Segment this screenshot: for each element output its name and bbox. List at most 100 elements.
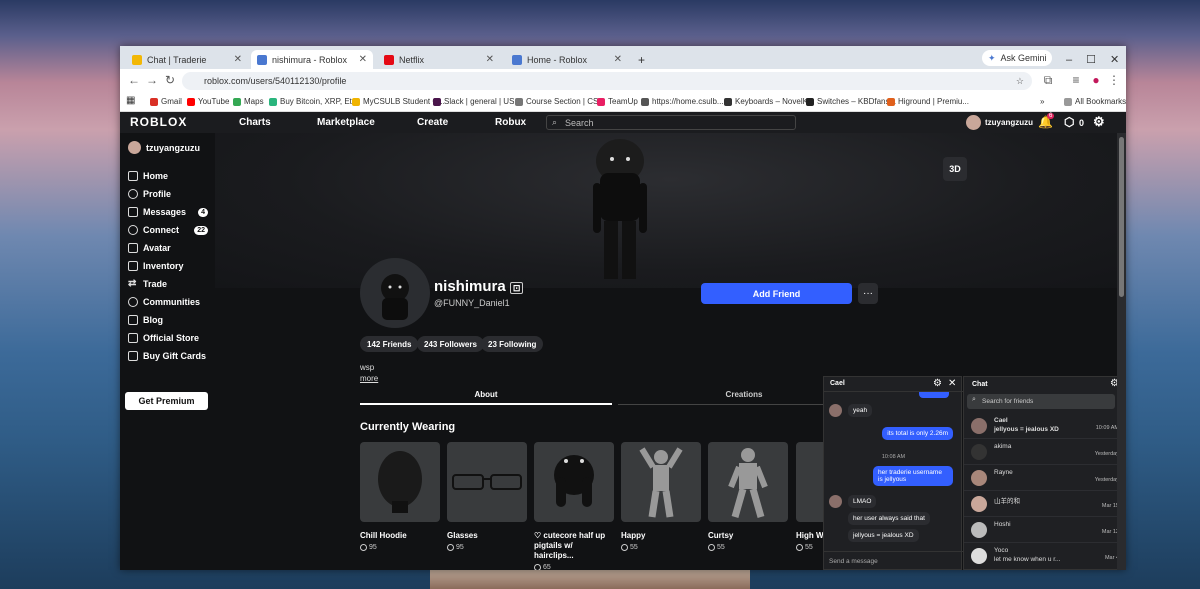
bookmark-bitcoin[interactable]: Buy Bitcoin, XRP, Et... [269, 97, 359, 106]
tab-roblox-home[interactable]: Home - Roblox ✕ [506, 50, 628, 69]
sidebar-item-messages[interactable]: Messages 4 [128, 207, 208, 217]
maximize-icon[interactable]: ☐ [1086, 53, 1096, 66]
bookmark-maps[interactable]: Maps [233, 97, 264, 106]
gear-icon[interactable]: ⚙ [1093, 114, 1105, 130]
add-friend-button[interactable]: Add Friend [701, 283, 852, 304]
wearing-item-glasses[interactable]: Glasses 95 [447, 442, 527, 551]
wearing-item-happy[interactable]: Happy 55 [621, 442, 701, 551]
bookmark-gmail[interactable]: Gmail [150, 97, 182, 106]
bitcoin-icon [269, 97, 277, 106]
chat-message-input[interactable]: Send a message [824, 551, 963, 570]
get-premium-button[interactable]: Get Premium [125, 392, 208, 410]
tab-roblox-profile[interactable]: nishimura - Roblox ✕ [251, 50, 373, 69]
bookmark-youtube[interactable]: YouTube [187, 97, 229, 106]
close-window-icon[interactable]: ✕ [1110, 53, 1119, 66]
3d-toggle-button[interactable]: 3D [943, 157, 967, 181]
extension-icon[interactable]: ⧉ [1038, 73, 1058, 88]
robux-icon[interactable]: ⬡ [1064, 115, 1074, 129]
apps-icon[interactable]: ▦ [126, 95, 135, 106]
wearing-item-cutecore-hair[interactable]: ♡ cutecore half up pigtails w/ hairclips… [534, 442, 614, 570]
sidebar-user[interactable]: tzuyangzuzu [128, 141, 208, 154]
sidebar-item-communities[interactable]: Communities [128, 297, 208, 307]
close-icon[interactable]: ✕ [234, 54, 242, 65]
maps-icon [233, 97, 241, 106]
nav-robux[interactable]: Robux [495, 117, 526, 128]
sidebar-item-trade[interactable]: ⇄ Trade [128, 279, 208, 290]
back-icon[interactable]: ← [124, 73, 144, 87]
gear-icon[interactable]: ⚙ [933, 378, 942, 389]
chat-list-item[interactable]: Rayne Yesterday [964, 465, 1126, 491]
close-icon[interactable]: ✕ [614, 54, 622, 65]
sidebar-item-avatar[interactable]: Avatar [128, 243, 208, 253]
more-options-button[interactable]: ··· [858, 283, 878, 304]
close-icon[interactable]: ✕ [486, 54, 494, 65]
sidebar-item-blog[interactable]: Blog [128, 315, 208, 325]
sidebar-item-profile[interactable]: Profile [128, 189, 208, 199]
url-field[interactable]: roblox.com/users/540112130/profile ☆ [182, 72, 1032, 90]
chat-list-item[interactable]: Yoco let me know when u r... Mar 4 [964, 543, 1126, 569]
bookmark-teamup[interactable]: TeamUp [597, 97, 638, 106]
menu-icon[interactable]: ⋮ [1104, 73, 1124, 87]
chat-list-item[interactable]: akima Yesterday [964, 439, 1126, 465]
search-input[interactable]: ⌕ Search [546, 115, 796, 130]
tab-about[interactable]: About [360, 386, 612, 405]
sidebar-item-connect[interactable]: Connect 22 [128, 225, 208, 235]
gift-card-icon [128, 351, 138, 361]
wearing-item-curtsy[interactable]: Curtsy 55 [708, 442, 788, 551]
avatar-3d-figure [593, 139, 647, 279]
followers-count-pill[interactable]: 243 Followers [417, 336, 484, 352]
bookmark-slack[interactable]: Slack | general | US... [433, 97, 521, 106]
tab-label: Home - Roblox [527, 54, 588, 65]
bookmark-csulb-home[interactable]: https://home.csulb.... [641, 97, 726, 106]
sidebar-item-gift-cards[interactable]: Buy Gift Cards [128, 351, 208, 361]
profile-avatar-icon[interactable]: ● [1086, 73, 1106, 87]
close-icon[interactable]: ✕ [359, 54, 367, 65]
ask-gemini-button[interactable]: ✦ Ask Gemini [982, 50, 1052, 66]
forward-icon[interactable]: → [142, 73, 162, 87]
sidebar-item-label: Profile [143, 189, 172, 199]
friends-count-pill[interactable]: 142 Friends [360, 336, 419, 352]
bookmark-kbdfans[interactable]: Switches – KBDfans... [806, 97, 896, 106]
sidebar-item-home[interactable]: Home [128, 171, 208, 181]
bookmark-higround[interactable]: Higround | Premiu... [887, 97, 969, 106]
media-icon[interactable]: ≡ [1066, 73, 1086, 87]
sidebar-item-label: Messages [143, 207, 187, 217]
scrollbar-thumb[interactable] [1119, 137, 1124, 297]
close-icon[interactable]: ✕ [948, 378, 956, 389]
avatar-hero: 3D [215, 133, 1126, 288]
avatar-headshot [381, 274, 409, 320]
avatar[interactable] [966, 115, 981, 130]
bookmark-course-section[interactable]: Course Section | CS... [515, 97, 605, 106]
keyboard-icon [724, 97, 732, 106]
sidebar-item-inventory[interactable]: Inventory [128, 261, 208, 271]
chat-list-item[interactable]: 山羊的和 Mar 15 [964, 491, 1126, 517]
bio-more-link[interactable]: more [360, 374, 378, 383]
nav-charts[interactable]: Charts [239, 117, 271, 128]
wearing-item-chill-hoodie[interactable]: Chill Hoodie 95 [360, 442, 440, 551]
netflix-icon [384, 54, 394, 65]
nav-username[interactable]: tzuyangzuzu [985, 118, 1033, 127]
chat-list: Chat ⚙ ⌕ Search for friends Cael jellyous … [963, 376, 1126, 570]
tab-netflix[interactable]: Netflix ✕ [378, 50, 500, 69]
sidebar-item-official-store[interactable]: Official Store [128, 333, 208, 343]
chat-list-item[interactable]: Hoshi Mar 12 [964, 517, 1126, 543]
more-bookmarks-icon[interactable]: » [1040, 97, 1044, 106]
chat-search-input[interactable]: ⌕ Search for friends [967, 394, 1115, 409]
tab-traderie[interactable]: Chat | Traderie ✕ [126, 50, 248, 69]
nav-marketplace[interactable]: Marketplace [317, 117, 375, 128]
new-tab-button[interactable]: + [632, 50, 652, 69]
roblox-logo[interactable]: ROBLOX [130, 115, 187, 129]
all-bookmarks[interactable]: All Bookmarks [1064, 97, 1126, 106]
nav-create[interactable]: Create [417, 117, 448, 128]
connect-badge: 22 [194, 225, 208, 235]
bookmark-mycsulb[interactable]: MyCSULB Student C... [352, 97, 445, 106]
star-icon[interactable]: ☆ [1016, 76, 1024, 87]
switch-icon [806, 97, 814, 106]
reload-icon[interactable]: ↻ [160, 73, 180, 87]
page-scrollbar[interactable] [1117, 133, 1126, 570]
following-count-pill[interactable]: 23 Following [481, 336, 544, 352]
chat-list-item[interactable]: Cael jellyous = jealous XD 10:09 AM [964, 413, 1126, 439]
profile-bio: wsp [360, 363, 375, 372]
bookmark-novelkeys[interactable]: Keyboards – NovelK... [724, 97, 815, 106]
minimize-icon[interactable]: – [1066, 54, 1072, 66]
